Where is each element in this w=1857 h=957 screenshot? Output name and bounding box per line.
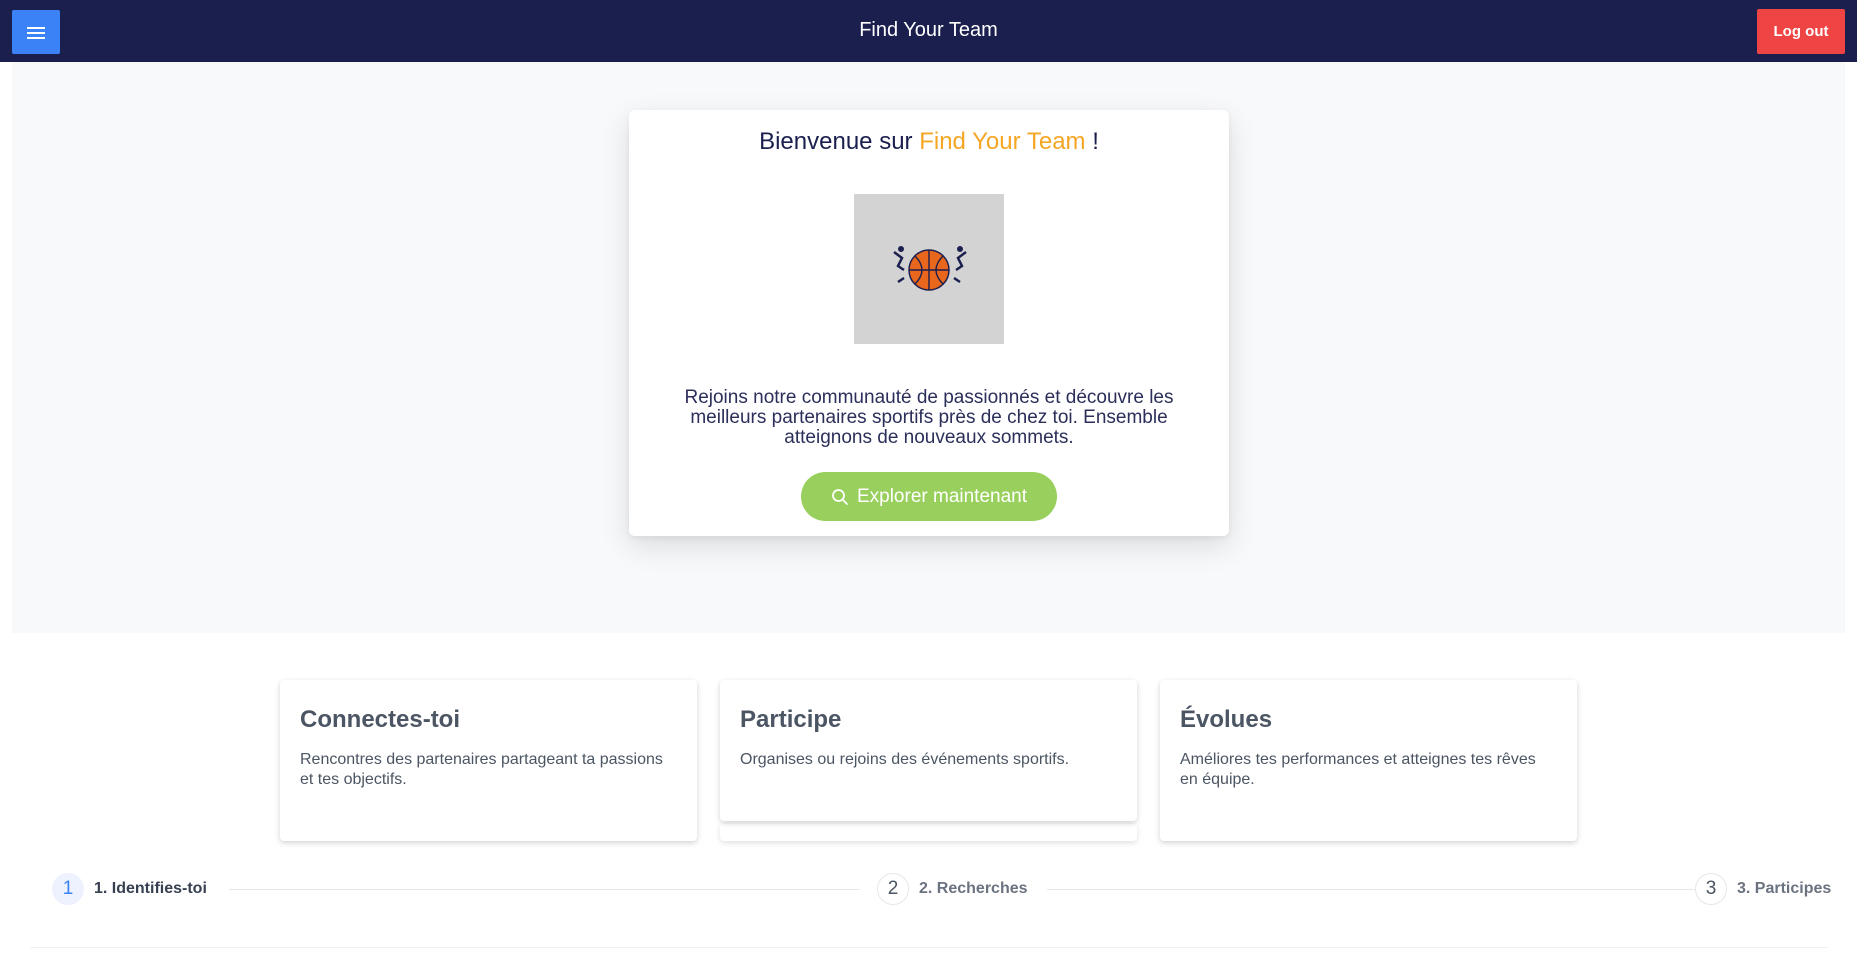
logout-button[interactable]: Log out — [1757, 9, 1845, 54]
feature-text: Organises ou rejoins des événements spor… — [740, 751, 1070, 768]
step-connector — [229, 889, 860, 890]
fyt-logo — [854, 194, 1004, 344]
feature-title: Connectes-toi — [300, 706, 461, 733]
welcome-description: Rejoins notre communauté de passionnés e… — [684, 387, 1174, 448]
explore-now-label: Explorer maintenant — [856, 485, 1028, 507]
step-number: 2 — [877, 873, 909, 905]
feature-text: Rencontres des partenaires partageant ta… — [300, 751, 663, 788]
feature-title: Évolues — [1180, 706, 1273, 733]
search-icon — [832, 488, 848, 505]
feature-card-connect: Connectes-toi Rencontres des partenaires… — [280, 680, 697, 841]
card-stack-edge — [720, 824, 1137, 841]
welcome-title-suffix: ! — [1085, 128, 1099, 155]
feature-card-participate: Participe Organises ou rejoins des événe… — [720, 680, 1137, 821]
feature-title: Participe — [740, 706, 842, 733]
welcome-title-brand: Find Your Team — [919, 128, 1086, 155]
explore-now-button[interactable]: Explorer maintenant — [801, 472, 1057, 521]
feature-card-evolve: Évolues Améliores tes performances et at… — [1160, 680, 1577, 841]
feature-text: Améliores tes performances et atteignes … — [1180, 751, 1536, 788]
basketball-logo-icon — [893, 246, 967, 291]
step-number: 3 — [1695, 873, 1727, 905]
next-section-edge — [30, 947, 1827, 957]
step-3[interactable]: 3 3. Participes — [1695, 872, 1831, 906]
welcome-title: Bienvenue sur Find Your Team ! — [629, 128, 1229, 156]
step-label: 2. Recherches — [919, 880, 1028, 897]
welcome-card: Bienvenue sur Find Your Team ! Rejoins n… — [629, 110, 1229, 536]
top-navbar: Find Your Team Log out — [0, 0, 1857, 62]
step-number: 1 — [52, 873, 84, 905]
app-title: Find Your Team — [859, 19, 998, 41]
steps-progress: 1 1. Identifies-toi 2 2. Recherches 3 3.… — [0, 872, 1857, 908]
step-label: 3. Participes — [1737, 880, 1832, 897]
step-1[interactable]: 1 1. Identifies-toi — [52, 872, 207, 906]
step-connector — [1047, 889, 1697, 890]
step-label: 1. Identifies-toi — [94, 880, 207, 897]
welcome-title-prefix: Bienvenue sur — [759, 128, 920, 155]
step-2[interactable]: 2 2. Recherches — [877, 872, 1028, 906]
